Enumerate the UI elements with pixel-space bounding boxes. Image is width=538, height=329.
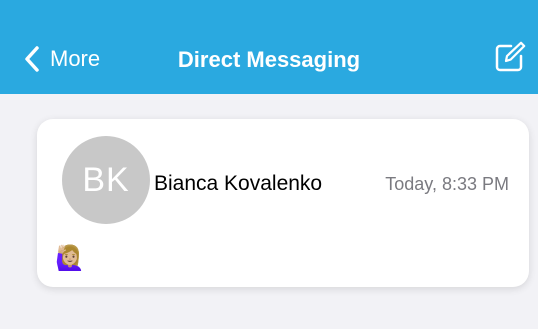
contact-name: Bianca Kovalenko [154, 172, 323, 195]
avatar-initials: BK [82, 160, 130, 199]
compose-button[interactable] [494, 41, 526, 73]
message-preview: 🙋🏼‍♀️ [55, 245, 85, 272]
nav-header: More Direct Messaging [0, 0, 538, 94]
conversation-item[interactable]: BK Bianca Kovalenko Today, 8:33 PM 🙋🏼‍♀️ [37, 119, 529, 287]
app-root: More Direct Messaging BK Bianca Kovalenk… [0, 0, 538, 329]
message-timestamp: Today, 8:33 PM [385, 174, 509, 194]
avatar: BK [62, 136, 150, 224]
compose-icon [495, 41, 526, 72]
page-title: Direct Messaging [177, 47, 361, 72]
